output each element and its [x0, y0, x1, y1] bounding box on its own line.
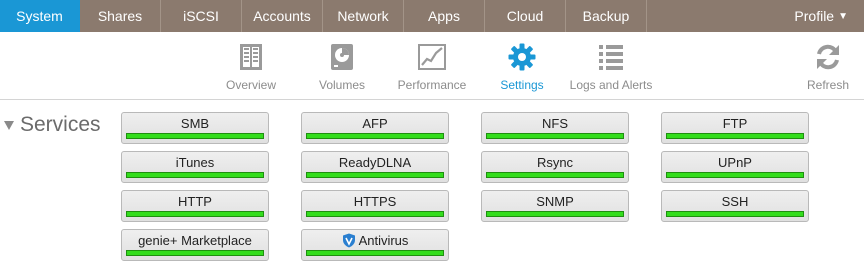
subnav-overview[interactable]: Overview	[222, 40, 280, 92]
subnav-volumes[interactable]: Volumes	[315, 40, 369, 92]
status-bar	[126, 211, 264, 217]
subnav-label: Overview	[225, 78, 276, 92]
subnav-label: Performance	[397, 78, 467, 92]
status-bar	[486, 211, 624, 217]
collapse-triangle-icon[interactable]	[4, 120, 14, 130]
status-bar	[486, 133, 624, 139]
service-ftp[interactable]: FTP	[661, 112, 809, 144]
service-label: FTP	[722, 116, 748, 131]
tab-label: Apps	[428, 8, 460, 24]
service-antivirus[interactable]: Antivirus	[301, 229, 449, 261]
section-title: Services	[20, 113, 101, 136]
service-https[interactable]: HTTPS	[301, 190, 449, 222]
sub-nav: Overview Volumes Performance Settings Lo…	[0, 32, 864, 99]
service-label: Rsync	[536, 155, 574, 170]
service-label: Antivirus	[358, 233, 409, 248]
tab-network[interactable]: Network	[323, 0, 404, 32]
status-bar	[306, 133, 444, 139]
tab-label: Accounts	[253, 8, 311, 24]
overview-icon	[234, 40, 268, 74]
profile-menu[interactable]: Profile ▼	[647, 0, 864, 32]
service-smb[interactable]: SMB	[121, 112, 269, 144]
service-label: ReadyDLNA	[338, 155, 412, 170]
tab-label: Network	[337, 8, 389, 24]
service-readydlna[interactable]: ReadyDLNA	[301, 151, 449, 183]
refresh-label: Refresh	[806, 78, 850, 92]
divider	[0, 99, 864, 100]
caret-down-icon: ▼	[838, 10, 848, 22]
service-label: SMB	[180, 116, 210, 131]
tab-shares[interactable]: Shares	[80, 0, 161, 32]
subnav-label: Volumes	[318, 78, 366, 92]
status-bar	[126, 172, 264, 178]
subnav-label: Logs and Alerts	[569, 78, 653, 92]
subnav-logs-and-alerts[interactable]: Logs and Alerts	[569, 40, 653, 92]
service-label: iTunes	[175, 155, 215, 170]
service-afp[interactable]: AFP	[301, 112, 449, 144]
service-rsync[interactable]: Rsync	[481, 151, 629, 183]
refresh-icon	[811, 40, 845, 74]
active-tab-indicator	[32, 92, 46, 99]
status-bar	[306, 172, 444, 178]
refresh-button[interactable]: Refresh	[806, 40, 850, 92]
service-label: HTTP	[178, 194, 212, 209]
status-bar	[306, 250, 444, 256]
status-bar	[666, 172, 804, 178]
status-bar	[306, 211, 444, 217]
status-bar	[126, 133, 264, 139]
subnav-settings[interactable]: Settings	[500, 40, 544, 92]
tab-system[interactable]: System	[0, 0, 80, 32]
service-label: AFP	[362, 116, 388, 131]
tab-label: Cloud	[506, 8, 544, 24]
service-snmp[interactable]: SNMP	[481, 190, 629, 222]
service-http[interactable]: HTTP	[121, 190, 269, 222]
service-label: SNMP	[536, 194, 574, 209]
status-bar	[666, 133, 804, 139]
tab-label: System	[16, 8, 63, 24]
status-bar	[666, 211, 804, 217]
tab-label: Backup	[582, 8, 630, 24]
service-label: NFS	[542, 116, 568, 131]
shield-icon	[342, 233, 356, 248]
tab-label: iSCSI	[183, 8, 219, 24]
volumes-icon	[325, 40, 359, 74]
service-ssh[interactable]: SSH	[661, 190, 809, 222]
top-nav: System Shares iSCSI Accounts Network App…	[0, 0, 864, 32]
gear-icon	[505, 40, 539, 74]
subnav-label: Settings	[500, 78, 544, 92]
services-header[interactable]: Services	[4, 113, 101, 137]
performance-icon	[415, 40, 449, 74]
service-nfs[interactable]: NFS	[481, 112, 629, 144]
tab-cloud[interactable]: Cloud	[485, 0, 566, 32]
service-label: SSH	[721, 194, 749, 209]
subnav-performance[interactable]: Performance	[396, 40, 468, 92]
service-upnp[interactable]: UPnP	[661, 151, 809, 183]
tab-accounts[interactable]: Accounts	[242, 0, 323, 32]
service-itunes[interactable]: iTunes	[121, 151, 269, 183]
list-icon	[594, 40, 628, 74]
profile-label: Profile	[794, 8, 835, 24]
service-label: UPnP	[718, 155, 752, 170]
tab-apps[interactable]: Apps	[404, 0, 485, 32]
tab-iscsi[interactable]: iSCSI	[161, 0, 242, 32]
status-bar	[486, 172, 624, 178]
tab-backup[interactable]: Backup	[566, 0, 647, 32]
status-bar	[126, 250, 264, 256]
tab-label: Shares	[97, 8, 143, 24]
service-label: HTTPS	[353, 194, 397, 209]
service-label: genie+ Marketplace	[138, 233, 252, 248]
service-genie-marketplace[interactable]: genie+ Marketplace	[121, 229, 269, 261]
